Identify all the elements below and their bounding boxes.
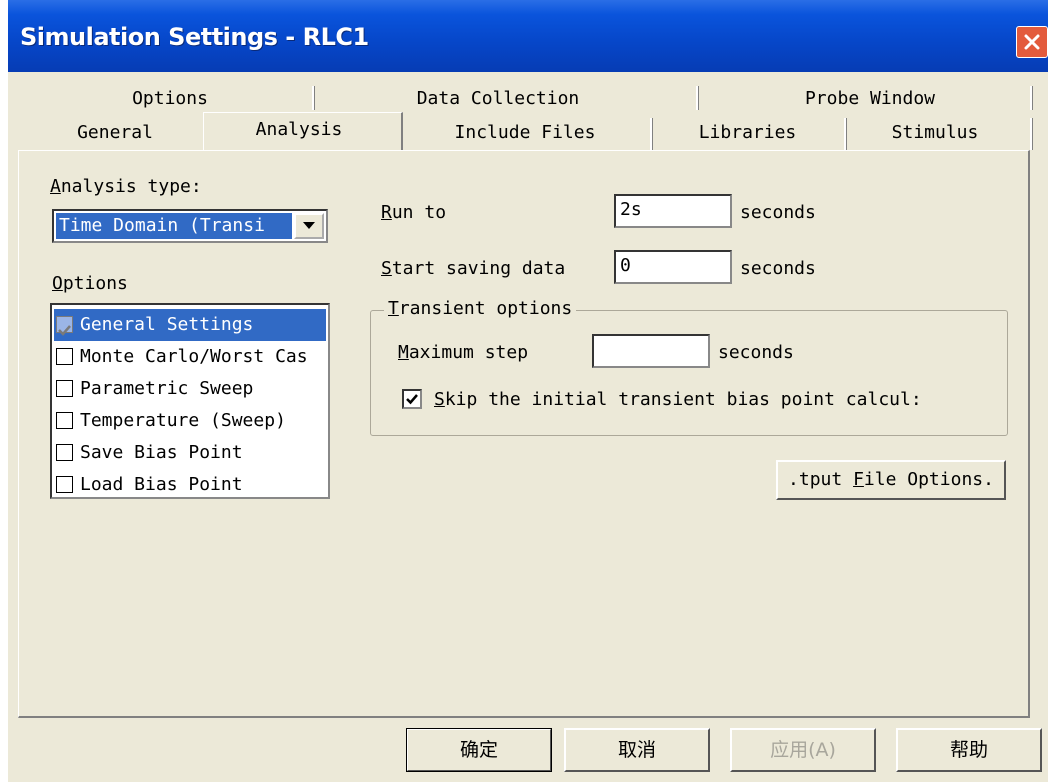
run-to-unit: seconds: [740, 202, 816, 223]
tab-include-files[interactable]: Include Files: [430, 122, 620, 143]
tab-options[interactable]: Options: [110, 88, 230, 109]
list-item[interactable]: Save Bias Point: [54, 437, 326, 469]
cancel-button[interactable]: 取消: [564, 728, 710, 772]
tab-separator: [1030, 86, 1033, 110]
analysis-type-dropdown[interactable]: Time Domain (Transi: [52, 209, 328, 243]
start-saving-input[interactable]: 0: [614, 250, 732, 284]
tab-separator: [1030, 118, 1033, 150]
tab-stimulus[interactable]: Stimulus: [870, 122, 1000, 143]
window-title: Simulation Settings - RLC1: [20, 23, 369, 51]
ok-button[interactable]: 确定: [406, 728, 552, 772]
list-item-label: Save Bias Point: [80, 442, 243, 463]
checkbox[interactable]: [56, 476, 73, 493]
analysis-type-label: Analysis type:: [50, 176, 202, 197]
tab-separator: [312, 86, 315, 110]
tab-libraries[interactable]: Libraries: [675, 122, 820, 143]
skip-bias-checkbox[interactable]: [402, 389, 422, 409]
help-button[interactable]: 帮助: [896, 728, 1042, 772]
checkbox[interactable]: [56, 316, 73, 336]
button-label-prefix: .tput: [788, 469, 854, 490]
checkbox[interactable]: [56, 348, 73, 365]
transient-options-legend: Transient options: [384, 298, 577, 319]
list-item[interactable]: Parametric Sweep: [54, 373, 326, 405]
max-step-label: Maximum step: [398, 342, 529, 363]
list-item[interactable]: Temperature (Sweep): [54, 405, 326, 437]
apply-button[interactable]: 应用(A): [730, 728, 876, 772]
list-item[interactable]: General Settings: [54, 309, 326, 341]
checkbox[interactable]: [56, 380, 73, 397]
analysis-type-value: Time Domain (Transi: [56, 213, 292, 239]
skip-bias-label[interactable]: Skip the initial transient bias point ca…: [434, 389, 922, 410]
checkbox[interactable]: [56, 412, 73, 429]
run-to-label: Run to: [381, 202, 447, 223]
checkmark-icon: [58, 325, 71, 336]
close-icon: [1024, 34, 1040, 50]
button-label-accel: F: [853, 469, 864, 490]
list-item-label: Load Bias Point: [80, 474, 243, 495]
tab-analysis-active[interactable]: Analysis: [203, 112, 403, 154]
tab-probe-window[interactable]: Probe Window: [790, 88, 950, 109]
button-label-rest: ile Options.: [863, 469, 994, 490]
start-saving-unit: seconds: [740, 258, 816, 279]
checkmark-icon: [406, 394, 418, 405]
tab-general[interactable]: General: [60, 122, 170, 143]
dropdown-button[interactable]: [294, 213, 324, 239]
options-label: Options: [52, 273, 128, 294]
start-saving-label: Start saving data: [381, 258, 566, 279]
list-item-label: General Settings: [80, 314, 254, 335]
transient-options-group: [370, 310, 1008, 436]
output-file-options-button[interactable]: .tput File Options.: [776, 460, 1006, 500]
checkbox[interactable]: [56, 444, 73, 461]
list-item[interactable]: Load Bias Point: [54, 469, 326, 497]
title-bar[interactable]: Simulation Settings - RLC1: [8, 0, 1048, 72]
apply-label: 应用(A): [770, 739, 836, 761]
cancel-label: 取消: [617, 739, 656, 761]
max-step-unit: seconds: [718, 342, 794, 363]
list-item-label: Monte Carlo/Worst Cas: [80, 346, 308, 367]
tab-separator: [844, 118, 847, 150]
run-to-input[interactable]: 2s: [614, 194, 732, 228]
options-listbox[interactable]: General Settings Monte Carlo/Worst Cas P…: [50, 303, 330, 499]
tab-separator: [696, 86, 699, 110]
tab-data-collection[interactable]: Data Collection: [398, 88, 598, 109]
list-item-label: Temperature (Sweep): [80, 410, 286, 431]
tab-separator: [650, 118, 653, 150]
ok-label: 确定: [459, 739, 498, 761]
tab-analysis-label: Analysis: [255, 119, 343, 140]
close-button[interactable]: [1016, 26, 1048, 58]
max-step-input[interactable]: [592, 334, 710, 368]
chevron-down-icon: [303, 222, 315, 229]
help-label: 帮助: [949, 739, 988, 761]
list-item-label: Parametric Sweep: [80, 378, 254, 399]
list-item[interactable]: Monte Carlo/Worst Cas: [54, 341, 326, 373]
